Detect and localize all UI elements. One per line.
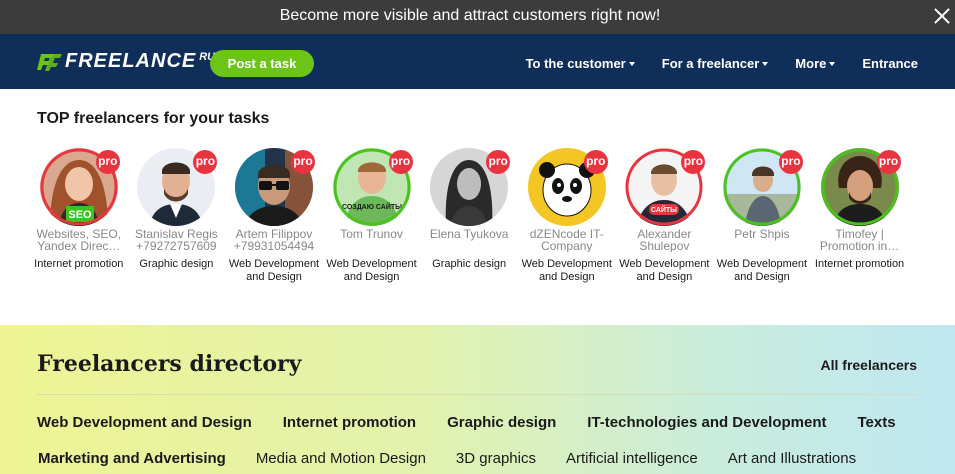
freelancer-name[interactable]: Stanislav Regis +79272757609 bbox=[130, 228, 222, 252]
avatar-wrap: pro bbox=[234, 148, 315, 226]
nav-label: To the customer bbox=[525, 56, 626, 71]
avatar-wrap: pro bbox=[137, 148, 218, 226]
freelancer-specialization: Web Development and Design bbox=[619, 258, 710, 283]
nav-for-a-freelancer[interactable]: For a freelancer bbox=[662, 56, 769, 71]
nav-to-the-customer[interactable]: To the customer bbox=[526, 56, 635, 71]
pro-badge: pro bbox=[290, 150, 315, 174]
freelancer-specialization: Web Development and Design bbox=[228, 258, 320, 283]
freelancer-specialization: Web Development and Design bbox=[521, 258, 612, 283]
nav-label: Entrance bbox=[862, 56, 918, 71]
freelancer-name[interactable]: Artem Filippov +79931054494 bbox=[228, 228, 320, 252]
pro-badge: pro bbox=[778, 150, 803, 174]
freelancer-name[interactable]: Websites, SEO, Yandex Direc… bbox=[33, 228, 125, 252]
avatar-wrap: SEO pro bbox=[39, 148, 120, 226]
freelancer-card[interactable]: pro Artem Filippov +79931054494 Web Deve… bbox=[225, 148, 323, 283]
close-icon[interactable] bbox=[931, 5, 953, 27]
chevron-down-icon bbox=[762, 62, 769, 66]
freelancer-card[interactable]: pro Timofey | Promotion in… Internet pro… bbox=[811, 148, 909, 283]
post-task-button[interactable]: Post a task bbox=[210, 50, 314, 77]
pro-badge: pro bbox=[95, 150, 120, 174]
category-link[interactable]: Internet promotion bbox=[283, 414, 416, 431]
freelancer-name[interactable]: Timofey | Promotion in… bbox=[814, 228, 906, 252]
avatar-wrap: САЙТЫ pro bbox=[625, 148, 706, 226]
category-link[interactable]: Artificial intelligence bbox=[566, 450, 698, 467]
all-freelancers-link[interactable]: All freelancers bbox=[821, 357, 918, 373]
nav-label: More bbox=[795, 56, 827, 71]
freelancer-card[interactable]: СОЗДАЮ САЙТЫ pro Tom Trunov Web Developm… bbox=[323, 148, 421, 283]
freelancer-card[interactable]: pro Elena Tyukova Graphic design bbox=[420, 148, 518, 283]
directory-title: Freelancers directory bbox=[37, 351, 302, 377]
pro-badge: pro bbox=[876, 150, 901, 174]
category-link[interactable]: Web Development and Design bbox=[37, 414, 252, 431]
site-header: FREELANCE RU Post a task To the customer… bbox=[0, 34, 955, 89]
freelancer-name[interactable]: dZENcode IT-Company bbox=[521, 228, 613, 252]
nav-entrance[interactable]: Entrance bbox=[862, 56, 918, 71]
chevron-down-icon bbox=[829, 62, 836, 66]
pro-badge: pro bbox=[388, 150, 413, 174]
category-link[interactable]: IT-technologies and Development bbox=[587, 414, 826, 431]
freelancer-specialization: Graphic design bbox=[432, 258, 507, 270]
chevron-down-icon bbox=[628, 62, 635, 66]
category-row-secondary: Marketing and Advertising Media and Moti… bbox=[38, 450, 856, 467]
freelancer-card[interactable]: pro Stanislav Regis +79272757609 Graphic… bbox=[128, 148, 226, 283]
divider bbox=[37, 394, 917, 395]
nav-label: For a freelancer bbox=[661, 56, 760, 71]
freelancer-specialization: Internet promotion bbox=[34, 258, 124, 270]
top-freelancers-list: SEO pro Websites, SEO, Yandex Direc… Int… bbox=[30, 148, 908, 283]
avatar-wrap: pro bbox=[527, 148, 608, 226]
avatar-wrap: СОЗДАЮ САЙТЫ pro bbox=[332, 148, 413, 226]
freelancer-card[interactable]: pro Petr Shpis Web Development and Desig… bbox=[713, 148, 811, 283]
freelancer-name[interactable]: Alexander Shulepov bbox=[618, 228, 710, 252]
freelancer-specialization: Web Development and Design bbox=[716, 258, 808, 283]
nav-more[interactable]: More bbox=[795, 56, 836, 71]
category-link[interactable]: 3D graphics bbox=[456, 450, 536, 467]
pro-badge: pro bbox=[193, 150, 218, 174]
freelancer-specialization: Internet promotion bbox=[814, 258, 905, 270]
freelancer-card[interactable]: САЙТЫ pro Alexander Shulepov Web Develop… bbox=[616, 148, 714, 283]
logo-mark-icon bbox=[37, 54, 62, 71]
category-link[interactable]: Graphic design bbox=[447, 414, 556, 431]
freelancer-card[interactable]: SEO pro Websites, SEO, Yandex Direc… Int… bbox=[30, 148, 128, 283]
freelancer-specialization: Web Development and Design bbox=[326, 258, 417, 283]
avatar-wrap: pro bbox=[722, 148, 803, 226]
category-link[interactable]: Marketing and Advertising bbox=[38, 450, 226, 467]
avatar-wrap: pro bbox=[430, 148, 511, 226]
category-link[interactable]: Media and Motion Design bbox=[256, 450, 426, 467]
promo-banner: Become more visible and attract customer… bbox=[0, 0, 955, 34]
freelancer-specialization: Graphic design bbox=[139, 258, 214, 270]
category-link[interactable]: Texts bbox=[858, 414, 896, 431]
main-nav: To the customer For a freelancer More En… bbox=[526, 56, 918, 71]
pro-badge: pro bbox=[583, 150, 608, 174]
freelancer-name[interactable]: Elena Tyukova bbox=[423, 228, 515, 252]
freelancers-directory: Freelancers directory All freelancers We… bbox=[0, 325, 955, 474]
category-link[interactable]: Art and Illustrations bbox=[728, 450, 856, 467]
logo[interactable]: FREELANCE RU bbox=[36, 50, 215, 72]
pro-badge: pro bbox=[486, 150, 511, 174]
freelancer-name[interactable]: Tom Trunov bbox=[326, 228, 418, 252]
banner-text: Become more visible and attract customer… bbox=[279, 7, 661, 24]
freelancer-name[interactable]: Petr Shpis bbox=[716, 228, 808, 252]
top-freelancers-title: TOP freelancers for your tasks bbox=[37, 110, 270, 127]
category-row-primary: Web Development and Design Internet prom… bbox=[37, 414, 896, 431]
logo-text: FREELANCE bbox=[65, 50, 197, 72]
avatar-wrap: pro bbox=[820, 148, 901, 226]
freelancer-card[interactable]: pro dZENcode IT-Company Web Development … bbox=[518, 148, 616, 283]
